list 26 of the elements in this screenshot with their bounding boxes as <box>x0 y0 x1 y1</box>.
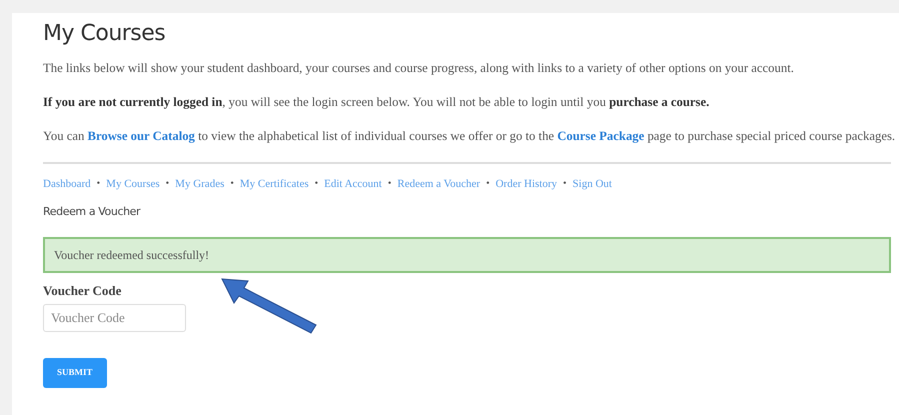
separator-dot: • <box>563 177 567 192</box>
link[interactable]: Course Package <box>557 129 644 144</box>
separator-dot: • <box>230 177 234 192</box>
separator-dot: • <box>166 177 170 192</box>
submit-button[interactable]: SUBMIT <box>43 358 107 388</box>
separator-dot: • <box>388 177 392 192</box>
nav-link[interactable]: Order History <box>496 176 557 192</box>
separator-dot: • <box>486 177 490 192</box>
section-title: Redeem a Voucher <box>43 204 142 220</box>
nav-link[interactable]: Edit Account <box>324 176 382 192</box>
paragraph: If you are not currently logged in, you will see the login screen below. You will not be able to login until you purchase a course. <box>43 94 710 112</box>
separator-dot: • <box>96 177 100 192</box>
paragraph: The links below will show your student dashboard, your courses and course progress, along with links to a variety of other options on your account. <box>43 60 795 78</box>
nav-link[interactable]: Redeem a Voucher <box>397 176 480 192</box>
nav-link[interactable]: My Grades <box>175 176 224 192</box>
success-alert: Voucher redeemed successfully! <box>43 236 891 273</box>
page-title: My Courses <box>43 21 166 48</box>
nav-link[interactable]: My Courses <box>106 176 160 192</box>
nav-link[interactable]: Sign Out <box>572 176 612 192</box>
link[interactable]: Browse our Catalog <box>88 129 195 144</box>
nav-link[interactable]: Dashboard <box>43 176 91 192</box>
paragraph: You can Browse our Catalog to view the alphabetical list of individual courses we offer or go to the Course Package page to purchase special priced course packages. <box>43 128 896 146</box>
voucher-code-field[interactable]: Voucher Code <box>43 304 186 332</box>
nav-link[interactable]: My Certificates <box>240 176 309 192</box>
field-label: Voucher Code <box>43 282 122 300</box>
separator-dot: • <box>314 177 318 192</box>
